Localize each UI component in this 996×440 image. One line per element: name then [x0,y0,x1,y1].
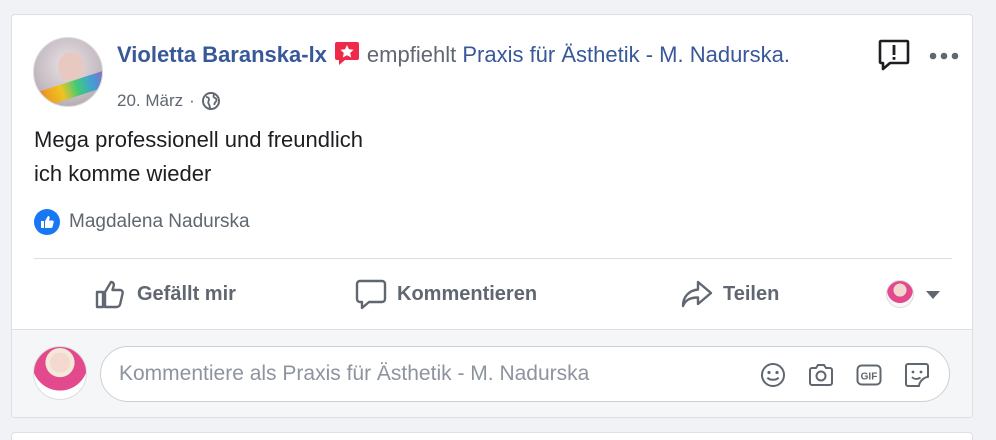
identity-switcher[interactable] [886,267,944,321]
author-avatar[interactable] [33,37,103,107]
comment-box[interactable]: GIF [100,346,950,402]
reactions-bar[interactable]: Magdalena Nadurska [34,209,250,235]
page-link[interactable]: Praxis für Ästhetik - M. Nadurska. [462,42,790,67]
comment-button[interactable]: Kommentieren [354,267,537,321]
post-body: Mega professionell und freundlich ich ko… [34,123,363,191]
thumbs-up-icon [95,280,124,309]
commenter-avatar[interactable] [33,346,87,400]
gif-icon[interactable]: GIF [855,361,883,389]
post-card: Violetta Baranska-lx empfiehlt Praxis fü… [11,14,973,418]
next-post-card [11,432,973,440]
like-label: Gefällt mir [137,282,236,305]
like-reaction-icon [34,209,60,235]
recommend-verb: empfiehlt [366,42,457,67]
share-arrow-icon [681,280,713,308]
actions-divider [34,258,952,259]
comment-composer: GIF [12,329,972,417]
post-date[interactable]: 20. März [117,91,183,111]
globe-icon[interactable] [201,91,221,111]
chevron-down-icon [926,291,940,299]
post-text-line: ich komme wieder [34,161,212,186]
recommend-star-icon [334,42,359,65]
action-bar: Gefällt mir Kommentieren Teilen [34,267,952,321]
report-icon[interactable] [876,37,912,73]
reaction-person-name[interactable]: Magdalena Nadurska [69,211,250,233]
camera-icon[interactable] [807,361,835,389]
comment-tools: GIF [759,361,931,389]
meta-separator: · [189,91,195,110]
post-meta: 20. März · [117,91,221,111]
sticker-icon[interactable] [903,361,931,389]
emoji-icon[interactable] [759,361,787,389]
like-button[interactable]: Gefällt mir [94,267,236,321]
comment-label: Kommentieren [397,282,538,305]
share-button[interactable]: Teilen [680,267,779,321]
post-header: Violetta Baranska-lx empfiehlt Praxis fü… [117,39,790,70]
speech-bubble-icon [355,279,387,310]
identity-avatar [886,280,914,308]
more-icon[interactable] [928,51,960,61]
share-label: Teilen [723,282,780,305]
post-text-line: Mega professionell und freundlich [34,127,363,152]
comment-input[interactable] [119,362,739,386]
author-name[interactable]: Violetta Baranska-lx [117,42,327,67]
svg-text:GIF: GIF [861,372,878,383]
